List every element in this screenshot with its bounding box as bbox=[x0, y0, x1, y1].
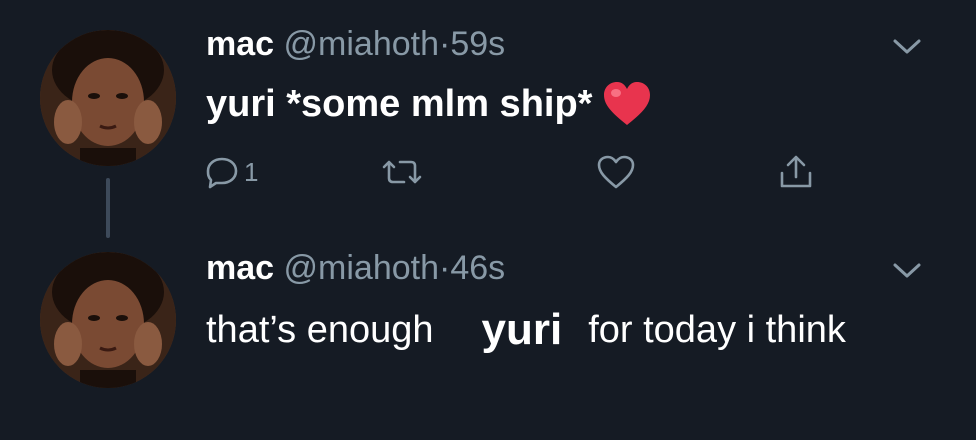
display-name[interactable]: mac bbox=[206, 249, 274, 287]
overlay-text: yuri bbox=[481, 305, 563, 354]
timestamp[interactable]: 46s bbox=[450, 249, 505, 287]
tweet-header: mac @miahoth·46s bbox=[206, 248, 505, 288]
handle[interactable]: @miahoth bbox=[284, 249, 439, 287]
handle[interactable]: @miahoth bbox=[284, 25, 439, 63]
separator: · bbox=[439, 25, 451, 63]
timestamp[interactable]: 59s bbox=[450, 25, 505, 63]
reply-count: 1 bbox=[244, 156, 259, 187]
reply-button[interactable]: 1 bbox=[204, 152, 258, 192]
share-button[interactable] bbox=[776, 152, 816, 192]
heart-emoji-icon bbox=[604, 82, 651, 125]
tweet-text-content: yuri *some mlm ship* bbox=[206, 83, 593, 125]
tweet[interactable]: mac @miahoth·46s that’s enough yuri for to… bbox=[0, 240, 976, 440]
avatar[interactable] bbox=[40, 30, 176, 166]
action-bar: 1 bbox=[204, 152, 844, 192]
tweet-header: mac @miahoth·59s bbox=[206, 24, 505, 64]
retweet-icon bbox=[382, 160, 422, 184]
avatar[interactable] bbox=[40, 252, 176, 388]
chevron-down-icon[interactable] bbox=[890, 34, 924, 58]
like-icon bbox=[597, 155, 635, 189]
thread-line bbox=[106, 178, 110, 238]
tweet-text: yuri *some mlm ship* bbox=[206, 80, 652, 128]
reply-icon bbox=[206, 157, 238, 189]
display-name[interactable]: mac bbox=[206, 25, 274, 63]
chevron-down-icon[interactable] bbox=[890, 258, 924, 282]
retweet-button[interactable] bbox=[380, 152, 424, 192]
share-icon bbox=[780, 155, 812, 188]
separator: · bbox=[439, 249, 451, 287]
tweet-text: that’s enough yuri for today i think bbox=[206, 304, 906, 356]
tweet[interactable]: mac @miahoth·59s yuri *some mlm ship* 1 bbox=[0, 0, 976, 240]
tweet-text-before: that’s enough bbox=[206, 309, 434, 351]
like-button[interactable] bbox=[596, 152, 636, 192]
tweet-text-after: for today i think bbox=[588, 309, 846, 351]
